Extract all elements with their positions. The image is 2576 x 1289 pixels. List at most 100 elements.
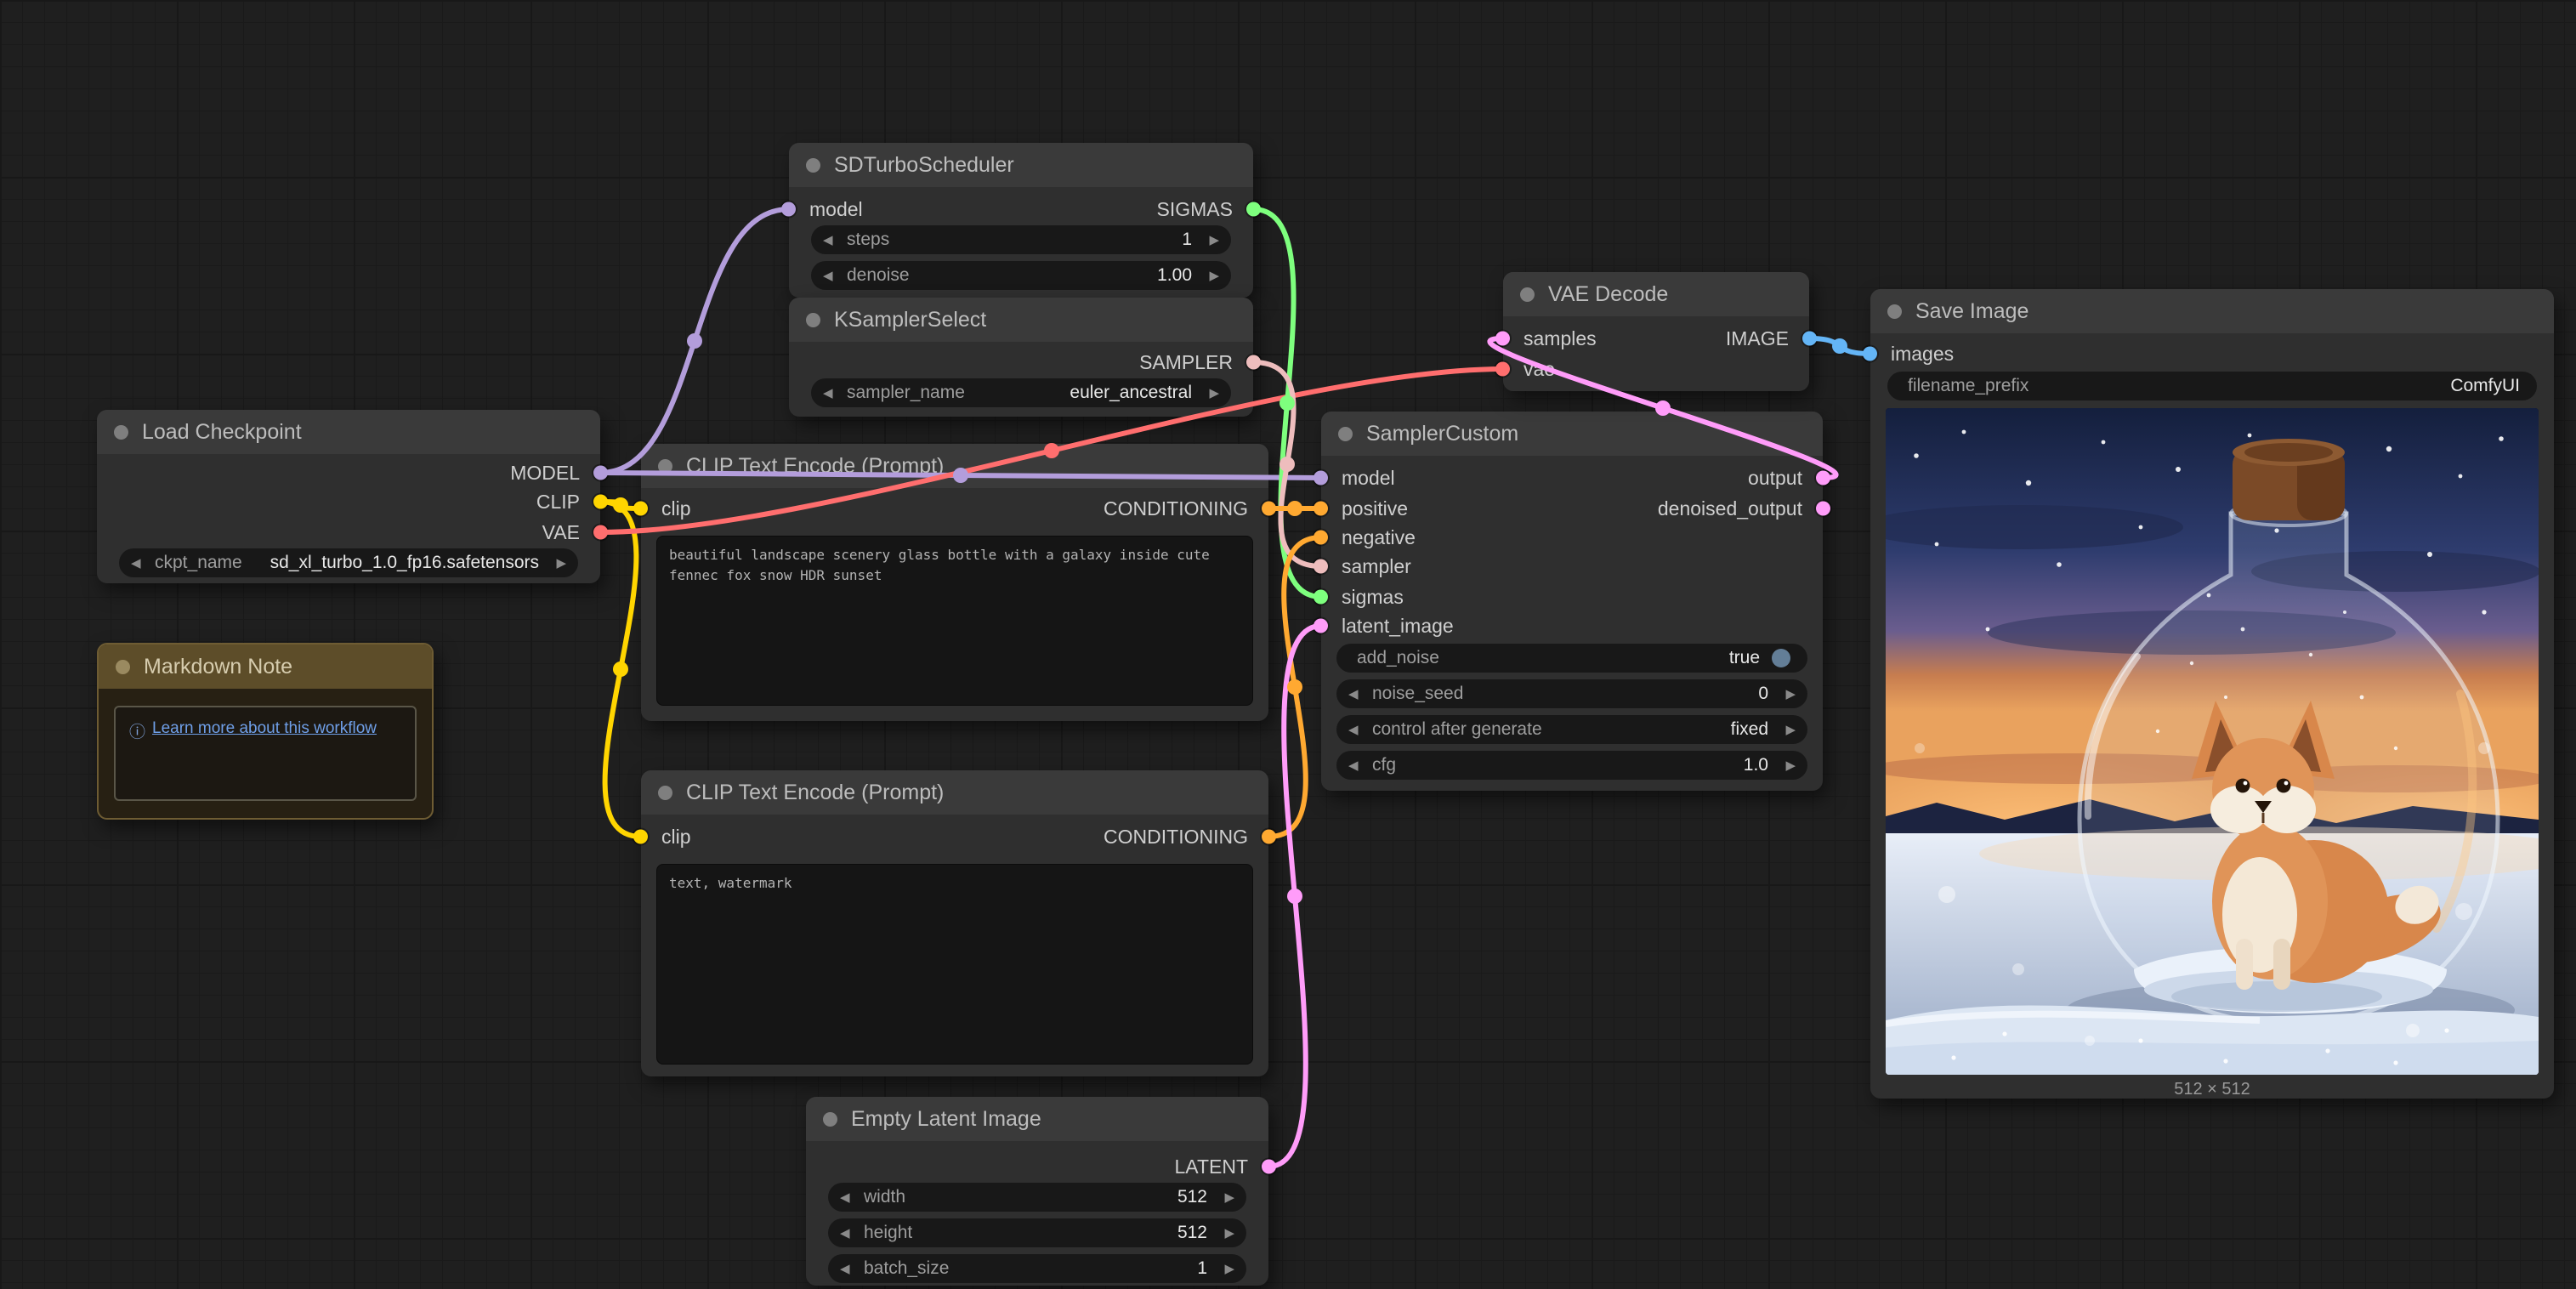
input-slot-images[interactable]: images: [1870, 341, 2554, 366]
output-slot-sampler[interactable]: SAMPLER: [789, 349, 1253, 375]
output-slot-model[interactable]: MODEL: [97, 460, 600, 486]
prompt-textarea[interactable]: beautiful landscape scenery glass bottle…: [656, 536, 1253, 706]
collapse-dot-icon[interactable]: [658, 786, 672, 800]
decrement-arrow-icon[interactable]: [131, 555, 151, 571]
slot-label: MODEL: [510, 462, 580, 485]
output-slot-conditioning[interactable]: CONDITIONING: [641, 496, 1268, 521]
output-slot-output[interactable]: output: [1321, 465, 1823, 491]
latent-port-icon[interactable]: [1816, 502, 1830, 516]
decrement-arrow-icon[interactable]: [840, 1190, 860, 1205]
node-ksampler-select[interactable]: KSamplerSelect SAMPLER sampler_name eule…: [789, 298, 1253, 417]
conditioning-port-icon[interactable]: [1314, 531, 1328, 545]
vae-port-icon[interactable]: [593, 525, 608, 540]
latent-port-icon[interactable]: [1816, 471, 1830, 486]
vae-port-icon[interactable]: [1495, 362, 1510, 377]
slot-label: denoised_output: [1658, 497, 1802, 520]
info-icon: ⓘ: [129, 719, 145, 742]
comfyui-node-canvas[interactable]: { "canvas": { "background": "#1f1f1f", "…: [0, 0, 2576, 1289]
sigmas-port-icon[interactable]: [1246, 202, 1261, 217]
input-slot-negative[interactable]: negative: [1321, 525, 1823, 550]
increment-arrow-icon[interactable]: [546, 555, 566, 571]
workflow-link[interactable]: Learn more about this workflow: [152, 719, 377, 738]
node-markdown-note[interactable]: Markdown Note ⓘ Learn more about this wo…: [97, 643, 434, 820]
node-clip-text-encode-positive[interactable]: CLIP Text Encode (Prompt) clip CONDITION…: [641, 444, 1268, 721]
noise-seed-widget[interactable]: noise_seed 0: [1336, 679, 1807, 708]
batch-size-widget[interactable]: batch_size 1: [828, 1254, 1246, 1283]
output-slot-sigmas[interactable]: SIGMAS: [789, 196, 1253, 222]
decrement-arrow-icon[interactable]: [1348, 686, 1369, 701]
collapse-dot-icon[interactable]: [658, 459, 672, 474]
ckpt-name-widget[interactable]: ckpt_name sd_xl_turbo_1.0_fp16.safetenso…: [119, 548, 578, 577]
input-slot-sigmas[interactable]: sigmas: [1321, 584, 1823, 610]
cfg-widget[interactable]: cfg 1.0: [1336, 751, 1807, 780]
increment-arrow-icon[interactable]: [1214, 1225, 1234, 1241]
input-slot-sampler[interactable]: sampler: [1321, 554, 1823, 579]
link-image: [1809, 338, 1870, 354]
increment-arrow-icon[interactable]: [1199, 268, 1219, 283]
node-empty-latent-image[interactable]: Empty Latent Image LATENT width 512 heig…: [806, 1097, 1268, 1286]
decrement-arrow-icon[interactable]: [840, 1225, 860, 1241]
output-slot-vae[interactable]: VAE: [97, 520, 600, 545]
node-title: CLIP Text Encode (Prompt): [686, 781, 944, 805]
height-widget[interactable]: height 512: [828, 1218, 1246, 1247]
image-port-icon[interactable]: [1802, 332, 1817, 346]
output-slot-denoised-output[interactable]: denoised_output: [1321, 496, 1823, 521]
increment-arrow-icon[interactable]: [1775, 758, 1796, 773]
increment-arrow-icon[interactable]: [1214, 1190, 1234, 1205]
node-save-image[interactable]: Save Image images filename_prefix ComfyU…: [1870, 289, 2554, 1099]
model-port-icon[interactable]: [593, 466, 608, 480]
collapse-dot-icon[interactable]: [806, 313, 820, 327]
increment-arrow-icon[interactable]: [1775, 722, 1796, 737]
increment-arrow-icon[interactable]: [1214, 1261, 1234, 1276]
sampler-name-widget[interactable]: sampler_name euler_ancestral: [811, 378, 1231, 407]
output-slot-conditioning[interactable]: CONDITIONING: [641, 824, 1268, 849]
decrement-arrow-icon[interactable]: [1348, 722, 1369, 737]
sampler-port-icon[interactable]: [1314, 559, 1328, 574]
output-slot-latent[interactable]: LATENT: [806, 1154, 1268, 1179]
node-title: Save Image: [1915, 299, 2028, 324]
collapse-dot-icon[interactable]: [806, 158, 820, 173]
node-load-checkpoint[interactable]: Load Checkpoint MODEL CLIP VAE ckpt_name…: [97, 410, 600, 583]
toggle-knob-icon[interactable]: [1772, 649, 1790, 667]
slot-label: negative: [1342, 526, 1416, 549]
increment-arrow-icon[interactable]: [1199, 232, 1219, 247]
collapse-dot-icon[interactable]: [1338, 427, 1353, 441]
decrement-arrow-icon[interactable]: [1348, 758, 1369, 773]
output-slot-image[interactable]: IMAGE: [1503, 326, 1809, 351]
node-sampler-custom[interactable]: SamplerCustom model positive negative sa…: [1321, 412, 1823, 791]
slot-label: CLIP: [536, 491, 580, 514]
collapse-dot-icon[interactable]: [1520, 287, 1535, 302]
collapse-dot-icon[interactable]: [116, 660, 130, 674]
collapse-dot-icon[interactable]: [114, 425, 128, 440]
input-slot-latent-image[interactable]: latent_image: [1321, 613, 1823, 639]
sampler-port-icon[interactable]: [1246, 355, 1261, 370]
filename-prefix-widget[interactable]: filename_prefix ComfyUI: [1887, 372, 2537, 400]
denoise-widget[interactable]: denoise 1.00: [811, 261, 1231, 290]
decrement-arrow-icon[interactable]: [840, 1261, 860, 1276]
output-slot-clip[interactable]: CLIP: [97, 489, 600, 514]
decrement-arrow-icon[interactable]: [823, 232, 843, 247]
width-widget[interactable]: width 512: [828, 1183, 1246, 1212]
add-noise-toggle[interactable]: add_noise true: [1336, 644, 1807, 673]
clip-port-icon[interactable]: [593, 495, 608, 509]
increment-arrow-icon[interactable]: [1775, 686, 1796, 701]
decrement-arrow-icon[interactable]: [823, 385, 843, 400]
slot-label: latent_image: [1342, 615, 1454, 638]
increment-arrow-icon[interactable]: [1199, 385, 1219, 400]
node-vae-decode[interactable]: VAE Decode samples vae IMAGE: [1503, 272, 1809, 391]
node-sdturbo-scheduler[interactable]: SDTurboScheduler model SIGMAS steps 1 de…: [789, 143, 1253, 298]
conditioning-port-icon[interactable]: [1262, 502, 1276, 516]
collapse-dot-icon[interactable]: [823, 1112, 837, 1127]
sigmas-port-icon[interactable]: [1314, 590, 1328, 605]
latent-port-icon[interactable]: [1262, 1160, 1276, 1174]
latent-port-icon[interactable]: [1314, 619, 1328, 633]
decrement-arrow-icon[interactable]: [823, 268, 843, 283]
image-port-icon[interactable]: [1863, 347, 1877, 361]
input-slot-vae[interactable]: vae: [1503, 356, 1809, 382]
prompt-textarea[interactable]: text, watermark: [656, 864, 1253, 1065]
conditioning-port-icon[interactable]: [1262, 830, 1276, 844]
control-after-generate-widget[interactable]: control after generate fixed: [1336, 715, 1807, 744]
node-clip-text-encode-negative[interactable]: CLIP Text Encode (Prompt) clip CONDITION…: [641, 770, 1268, 1076]
steps-widget[interactable]: steps 1: [811, 225, 1231, 254]
collapse-dot-icon[interactable]: [1887, 304, 1902, 319]
